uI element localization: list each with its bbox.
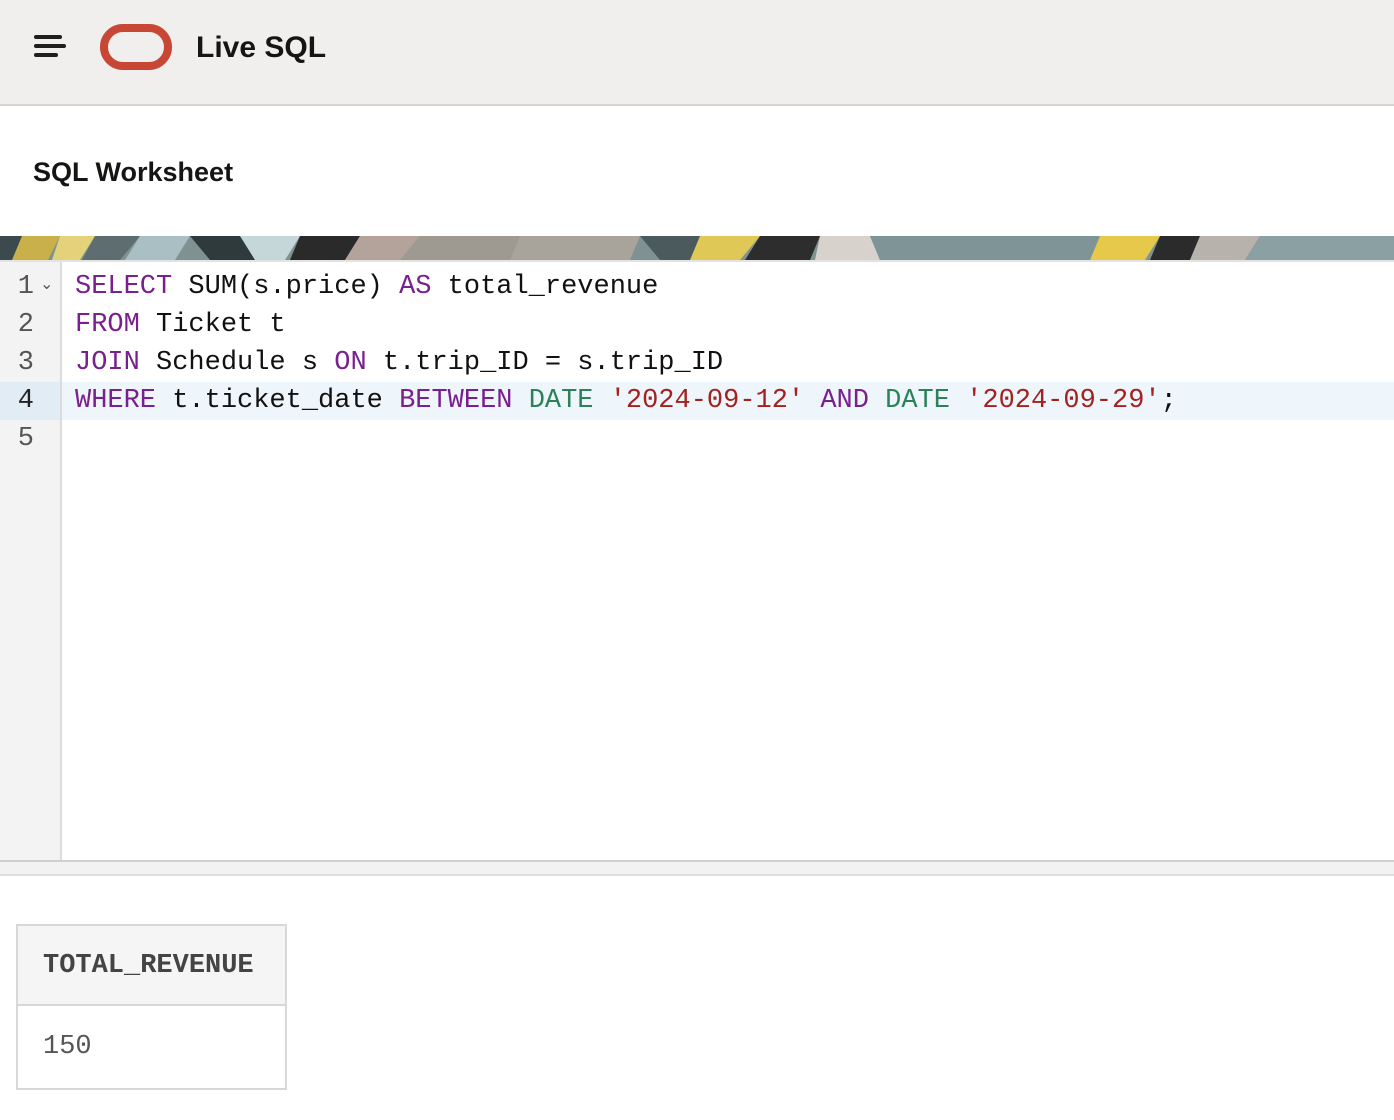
chevron-down-icon[interactable]: ⌄ xyxy=(40,274,53,294)
code-token: Schedule s xyxy=(139,348,335,378)
pane-splitter[interactable] xyxy=(0,860,1394,876)
line-number: 1 xyxy=(17,272,34,302)
code-line[interactable]: WHERE t.ticket_date BETWEEN DATE '2024-0… xyxy=(75,382,1177,420)
oracle-logo-icon[interactable] xyxy=(100,24,172,70)
code-token: ; xyxy=(1160,386,1177,416)
code-token: SUM(s.price) xyxy=(172,272,400,302)
code-token-kw: BETWEEN xyxy=(399,386,513,416)
sql-editor[interactable]: 1 2 3 4 5 ⌄ SELECT SUM(s.price) AS total… xyxy=(0,260,1394,860)
line-number-gutter: 1 2 3 4 5 ⌄ xyxy=(0,262,62,860)
result-cell[interactable]: 150 xyxy=(18,1006,285,1088)
code-token-str: '2024-09-29' xyxy=(966,386,1161,416)
code-token-kw: WHERE xyxy=(75,386,157,416)
line-number: 2 xyxy=(17,310,34,340)
top-bar: Live SQL xyxy=(0,0,1394,106)
code-token-kw: JOIN xyxy=(75,348,140,378)
code-token-str: '2024-09-12' xyxy=(609,386,805,416)
code-token-kw: AND xyxy=(820,386,869,416)
code-line[interactable]: FROM Ticket t xyxy=(75,306,286,344)
code-line[interactable]: JOIN Schedule s ON t.trip_ID = s.trip_ID xyxy=(75,344,723,382)
code-token-kw: FROM xyxy=(75,310,140,340)
code-token-kw: ON xyxy=(334,348,367,378)
code-token: total_revenue xyxy=(431,272,659,302)
code-token-kw: SELECT xyxy=(75,272,173,302)
code-token-ty: DATE xyxy=(885,386,950,416)
column-header-total-revenue[interactable]: TOTAL_REVENUE xyxy=(18,926,285,1006)
line-number: 5 xyxy=(17,424,34,454)
line-number: 3 xyxy=(17,348,34,378)
code-token: t.ticket_date xyxy=(156,386,400,416)
app-title: Live SQL xyxy=(196,31,327,64)
code-token-kw: AS xyxy=(399,272,432,302)
code-token: t.trip_ID = s.trip_ID xyxy=(366,348,724,378)
code-token: Ticket t xyxy=(139,310,286,340)
code-token-ty: DATE xyxy=(528,386,594,416)
page-title: SQL Worksheet xyxy=(33,157,234,187)
code-line[interactable]: SELECT SUM(s.price) AS total_revenue xyxy=(75,268,658,306)
line-number: 4 xyxy=(17,386,34,416)
hamburger-menu-icon[interactable] xyxy=(30,30,70,64)
decorative-banner xyxy=(0,236,1394,260)
results-table: TOTAL_REVENUE 150 xyxy=(16,924,287,1090)
